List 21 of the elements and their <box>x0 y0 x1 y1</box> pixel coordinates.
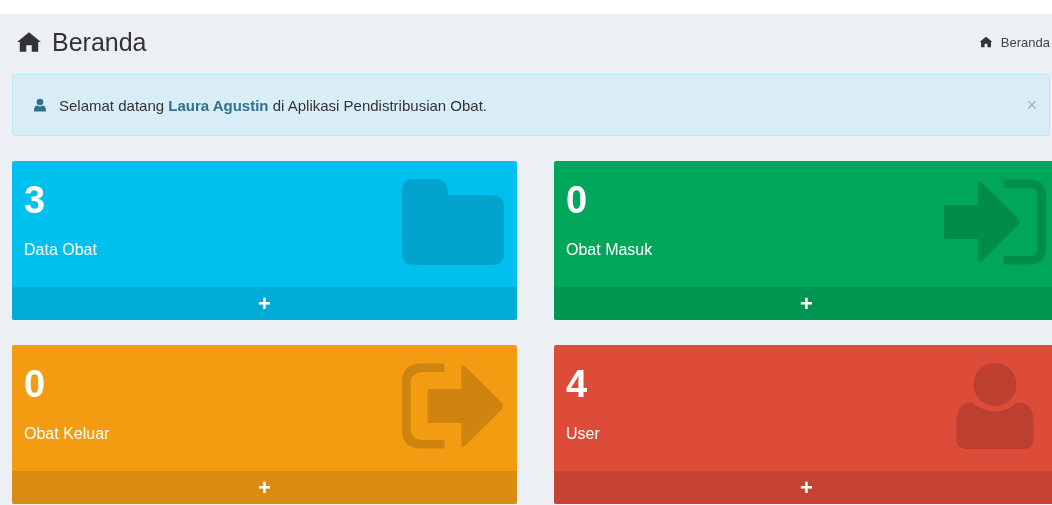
home-icon <box>978 36 993 48</box>
stat-label: Obat Keluar <box>24 425 110 443</box>
sign-out-icon <box>402 363 504 449</box>
folder-icon <box>402 179 504 265</box>
page-title: Beranda <box>52 27 147 57</box>
more-info-link[interactable]: + <box>12 471 517 504</box>
more-info-link[interactable]: + <box>554 287 1052 320</box>
more-info-link[interactable]: + <box>554 471 1052 504</box>
sign-in-icon <box>944 179 1046 265</box>
breadcrumb-link[interactable]: Beranda <box>1000 34 1050 50</box>
stat-label: Obat Masuk <box>566 241 653 259</box>
home-icon <box>16 31 42 53</box>
user-icon <box>33 98 47 112</box>
more-info-link[interactable]: + <box>12 287 517 320</box>
stat-count: 4 <box>566 362 588 407</box>
stat-count: 0 <box>566 178 588 223</box>
stat-count: 3 <box>24 178 46 223</box>
welcome-message: Selamat datang Laura Agustin di Aplikasi Pendistribusian Obat. <box>59 96 488 114</box>
stat-label: User <box>566 425 600 443</box>
stat-count: 0 <box>24 362 46 407</box>
stat-label: Data Obat <box>24 241 97 259</box>
